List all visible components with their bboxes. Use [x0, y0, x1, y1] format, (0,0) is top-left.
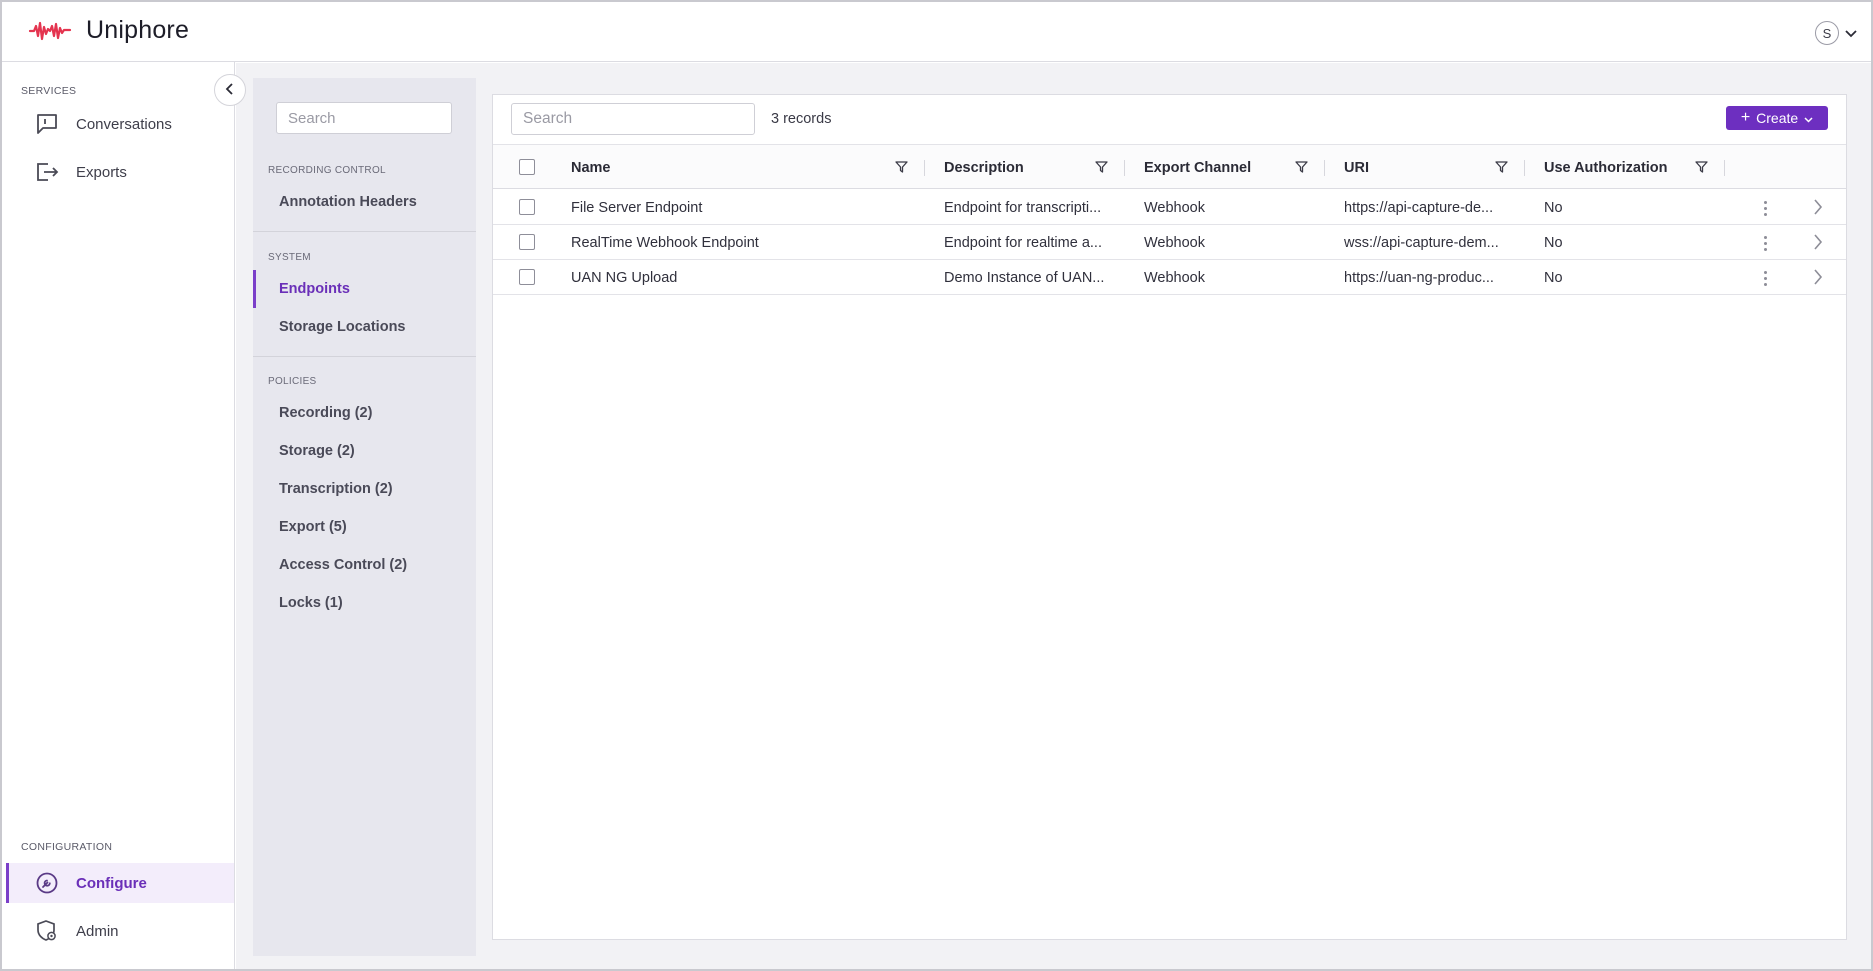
- filter-icon[interactable]: [895, 160, 908, 177]
- divider: [253, 231, 476, 232]
- admin-icon: [34, 918, 60, 944]
- row-checkbox[interactable]: [519, 199, 535, 215]
- column-divider[interactable]: [1524, 160, 1525, 176]
- cell-export-channel: Webhook: [1144, 234, 1205, 251]
- nav-item-exports[interactable]: Exports: [6, 152, 234, 192]
- collapse-sidebar-button[interactable]: [214, 74, 246, 106]
- recording-control-label: RECORDING CONTROL: [268, 165, 386, 176]
- cell-name: UAN NG Upload: [571, 269, 678, 286]
- create-button[interactable]: + Create: [1726, 106, 1828, 130]
- cell-use-authorization: No: [1544, 269, 1563, 286]
- configure-icon: [34, 870, 60, 896]
- nav-label: Admin: [76, 922, 119, 940]
- select-all-checkbox[interactable]: [519, 159, 535, 175]
- create-label: Create: [1756, 110, 1799, 126]
- nav-label: Exports: [76, 163, 127, 181]
- column-divider[interactable]: [1724, 160, 1725, 176]
- cell-use-authorization: No: [1544, 234, 1563, 251]
- table-row[interactable]: UAN NG Upload Demo Instance of UAN... We…: [493, 260, 1846, 295]
- services-section-label: SERVICES: [21, 85, 77, 97]
- user-avatar[interactable]: S: [1815, 21, 1839, 45]
- chevron-right-icon[interactable]: [1813, 198, 1823, 220]
- nav-label: Configure: [76, 874, 147, 892]
- table-header: Name Description Export Channel URI Use …: [493, 144, 1846, 189]
- subnav-item-storage-locations[interactable]: Storage Locations: [253, 308, 476, 346]
- brand-name: Uniphore: [86, 16, 190, 44]
- cell-use-authorization: No: [1544, 199, 1563, 216]
- filter-icon[interactable]: [1095, 160, 1108, 177]
- column-divider[interactable]: [1124, 160, 1125, 176]
- chevron-left-icon: [225, 82, 235, 99]
- endpoints-panel: Search 3 records + Create Name Descripti…: [492, 94, 1847, 940]
- column-header-description[interactable]: Description: [944, 145, 1024, 190]
- more-options-icon[interactable]: [1756, 268, 1774, 288]
- more-options-icon[interactable]: [1756, 233, 1774, 253]
- subnav-item-access-control[interactable]: Access Control (2): [253, 546, 476, 584]
- conversation-icon: [34, 111, 60, 137]
- cell-export-channel: Webhook: [1144, 269, 1205, 286]
- cell-uri: https://api-capture-de...: [1344, 199, 1494, 216]
- cell-description: Endpoint for transcripti...: [944, 199, 1102, 216]
- subnav-item-storage[interactable]: Storage (2): [253, 432, 476, 470]
- subnav-item-export[interactable]: Export (5): [253, 508, 476, 546]
- column-divider[interactable]: [1324, 160, 1325, 176]
- policies-label: POLICIES: [268, 376, 317, 387]
- configuration-section-label: CONFIGURATION: [21, 841, 113, 853]
- top-bar: Uniphore S: [2, 2, 1871, 62]
- nav-item-configure[interactable]: Configure: [6, 863, 234, 903]
- chevron-down-icon: [1804, 110, 1813, 126]
- subnav-item-endpoints[interactable]: Endpoints: [253, 270, 476, 308]
- table-row[interactable]: File Server Endpoint Endpoint for transc…: [493, 190, 1846, 225]
- chevron-right-icon[interactable]: [1813, 268, 1823, 290]
- column-header-uri[interactable]: URI: [1344, 145, 1369, 190]
- export-icon: [34, 159, 60, 185]
- subnav-item-annotation-headers[interactable]: Annotation Headers: [253, 183, 476, 221]
- cell-description: Endpoint for realtime a...: [944, 234, 1102, 251]
- row-checkbox[interactable]: [519, 234, 535, 250]
- filter-icon[interactable]: [1695, 160, 1708, 177]
- row-checkbox[interactable]: [519, 269, 535, 285]
- app-window: Uniphore S SERVICES Conversations Export…: [0, 0, 1873, 971]
- table-row[interactable]: RealTime Webhook Endpoint Endpoint for r…: [493, 225, 1846, 260]
- subnav-item-transcription[interactable]: Transcription (2): [253, 470, 476, 508]
- table-search-input[interactable]: Search: [511, 103, 755, 135]
- cell-name: RealTime Webhook Endpoint: [571, 234, 759, 251]
- nav-label: Conversations: [76, 115, 172, 133]
- cell-uri: wss://api-capture-dem...: [1344, 234, 1499, 251]
- chevron-right-icon[interactable]: [1813, 233, 1823, 255]
- column-divider[interactable]: [924, 160, 925, 176]
- column-header-name[interactable]: Name: [571, 145, 611, 190]
- subnav-item-recording[interactable]: Recording (2): [253, 394, 476, 432]
- uniphore-wave-icon: [28, 18, 72, 44]
- filter-icon[interactable]: [1295, 160, 1308, 177]
- nav-item-admin[interactable]: Admin: [6, 911, 234, 951]
- record-count: 3 records: [771, 111, 832, 127]
- subnav-item-locks[interactable]: Locks (1): [253, 584, 476, 622]
- more-options-icon[interactable]: [1756, 198, 1774, 218]
- primary-sidebar: SERVICES Conversations Exports CONFIGURA…: [2, 62, 235, 969]
- plus-icon: +: [1740, 109, 1751, 126]
- cell-export-channel: Webhook: [1144, 199, 1205, 216]
- sidebar-search-input[interactable]: Search: [276, 102, 452, 134]
- cell-name: File Server Endpoint: [571, 199, 703, 216]
- user-menu[interactable]: S: [1815, 21, 1857, 45]
- column-header-use-authorization[interactable]: Use Authorization: [1544, 145, 1668, 190]
- chevron-down-icon[interactable]: [1845, 25, 1857, 42]
- nav-item-conversations[interactable]: Conversations: [6, 104, 234, 144]
- system-label: SYSTEM: [268, 252, 311, 263]
- brand-logo[interactable]: Uniphore: [28, 16, 189, 45]
- cell-description: Demo Instance of UAN...: [944, 269, 1105, 286]
- cell-uri: https://uan-ng-produc...: [1344, 269, 1494, 286]
- divider: [253, 356, 476, 357]
- configuration-sidebar: Search RECORDING CONTROL Annotation Head…: [253, 78, 476, 956]
- column-header-export-channel[interactable]: Export Channel: [1144, 145, 1251, 190]
- filter-icon[interactable]: [1495, 160, 1508, 177]
